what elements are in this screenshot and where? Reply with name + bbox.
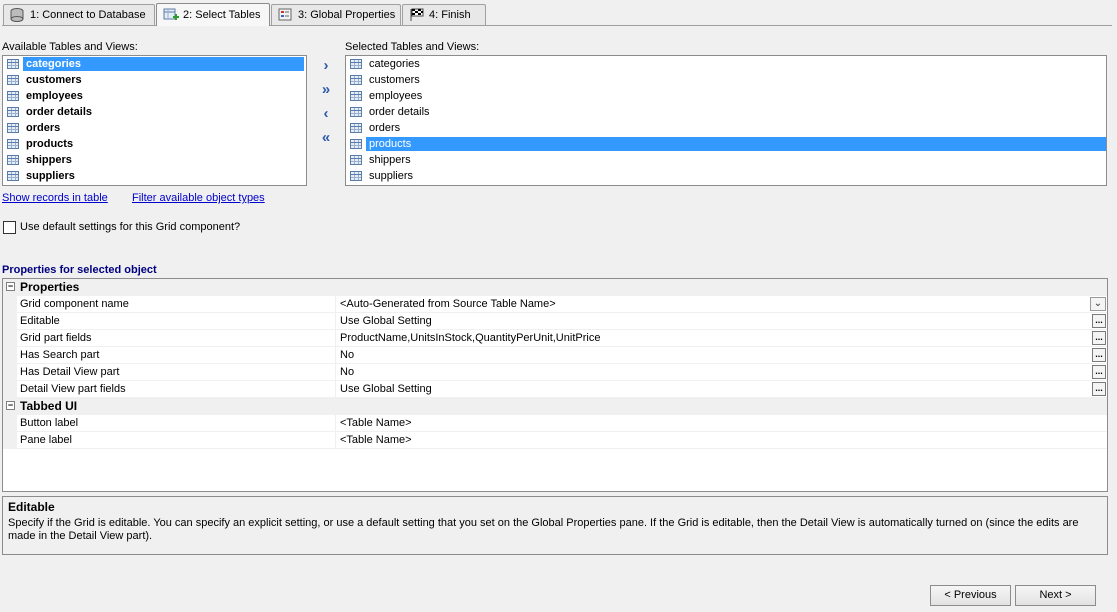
database-icon (10, 8, 26, 22)
list-item[interactable]: suppliers (346, 168, 1106, 184)
list-item[interactable]: order details (3, 104, 306, 120)
table-icon (7, 59, 19, 69)
property-row[interactable]: Has Detail View part No ... (3, 364, 1107, 381)
list-item[interactable]: shippers (346, 152, 1106, 168)
category-title: Properties (20, 280, 80, 294)
remove-all-tables-button[interactable]: « (318, 130, 334, 146)
tab-label: 1: Connect to Database (30, 9, 146, 21)
property-grid: − Properties Grid component name <Auto-G… (2, 278, 1108, 492)
selected-tables-list[interactable]: categories customers employees order det… (345, 55, 1107, 186)
description-title: Editable (8, 500, 55, 514)
property-value[interactable]: <Table Name> (335, 415, 1107, 432)
property-value[interactable]: Use Global Setting ... (335, 313, 1107, 330)
table-icon (350, 155, 362, 165)
show-records-link[interactable]: Show records in table (2, 192, 108, 204)
list-item[interactable]: order details (346, 104, 1106, 120)
filter-object-types-link[interactable]: Filter available object types (132, 192, 265, 204)
property-row[interactable]: Grid component name <Auto-Generated from… (3, 296, 1107, 313)
ellipsis-button[interactable]: ... (1092, 365, 1106, 379)
list-item[interactable]: products (3, 136, 306, 152)
list-item[interactable]: products (346, 136, 1106, 152)
property-value[interactable]: <Auto-Generated from Source Table Name> … (335, 296, 1107, 313)
list-item[interactable]: categories (346, 56, 1106, 72)
default-settings-label: Use default settings for this Grid compo… (20, 221, 241, 233)
list-item[interactable]: categories (3, 56, 306, 72)
property-name: Detail View part fields (3, 381, 335, 398)
remove-table-button[interactable]: ‹ (318, 106, 334, 122)
table-add-icon (163, 8, 179, 22)
table-icon (7, 155, 19, 165)
tab-label: 4: Finish (429, 9, 471, 21)
collapse-icon[interactable]: − (6, 401, 15, 410)
property-name: Editable (3, 313, 335, 330)
property-name: Grid part fields (3, 330, 335, 347)
ellipsis-button[interactable]: ... (1092, 348, 1106, 362)
category-title: Tabbed UI (20, 399, 78, 413)
property-row[interactable]: Button label <Table Name> (3, 415, 1107, 432)
property-name: Pane label (3, 432, 335, 449)
default-settings-checkbox[interactable] (3, 221, 16, 234)
tab-finish[interactable]: 4: Finish (402, 4, 486, 25)
collapse-icon[interactable]: − (6, 282, 15, 291)
table-icon (350, 75, 362, 85)
property-row[interactable]: Editable Use Global Setting ... (3, 313, 1107, 330)
ellipsis-button[interactable]: ... (1092, 382, 1106, 396)
category-properties[interactable]: − Properties (3, 279, 1107, 296)
table-icon (350, 59, 362, 69)
add-table-button[interactable]: › (318, 58, 334, 74)
properties-section-title: Properties for selected object (2, 264, 157, 276)
tab-label: 2: Select Tables (183, 9, 261, 21)
property-row[interactable]: Detail View part fields Use Global Setti… (3, 381, 1107, 398)
property-value[interactable]: <Table Name> (335, 432, 1107, 449)
chevron-down-icon[interactable]: ⌄ (1090, 297, 1106, 311)
list-item[interactable]: employees (3, 88, 306, 104)
tab-connect-to-database[interactable]: 1: Connect to Database (3, 4, 155, 25)
ellipsis-button[interactable]: ... (1092, 331, 1106, 345)
table-icon (350, 123, 362, 133)
table-icon (7, 91, 19, 101)
table-icon (350, 139, 362, 149)
tab-global-properties[interactable]: 3: Global Properties (271, 4, 401, 25)
table-icon (350, 107, 362, 117)
property-value[interactable]: ProductName,UnitsInStock,QuantityPerUnit… (335, 330, 1107, 347)
property-value[interactable]: No ... (335, 347, 1107, 364)
list-item[interactable]: suppliers (3, 168, 306, 184)
property-row[interactable]: Grid part fields ProductName,UnitsInStoc… (3, 330, 1107, 347)
tab-select-tables[interactable]: 2: Select Tables (156, 3, 270, 26)
table-icon (7, 107, 19, 117)
table-icon (7, 171, 19, 181)
list-item[interactable]: shippers (3, 152, 306, 168)
list-item[interactable]: employees (346, 88, 1106, 104)
table-icon (350, 171, 362, 181)
property-name: Button label (3, 415, 335, 432)
list-item[interactable]: orders (346, 120, 1106, 136)
property-row[interactable]: Has Search part No ... (3, 347, 1107, 364)
property-row[interactable]: Pane label <Table Name> (3, 432, 1107, 449)
property-name: Has Search part (3, 347, 335, 364)
next-button[interactable]: Next > (1015, 585, 1096, 606)
property-value[interactable]: No ... (335, 364, 1107, 381)
property-description-panel: Editable Specify if the Grid is editable… (2, 496, 1108, 555)
category-tabbed-ui[interactable]: − Tabbed UI (3, 398, 1107, 415)
list-item[interactable]: customers (346, 72, 1106, 88)
list-item[interactable]: customers (3, 72, 306, 88)
tab-label: 3: Global Properties (298, 9, 396, 21)
selected-tables-label: Selected Tables and Views: (345, 41, 480, 53)
checkered-flag-icon (409, 8, 425, 22)
property-name: Grid component name (3, 296, 335, 313)
property-name: Has Detail View part (3, 364, 335, 381)
table-icon (7, 123, 19, 133)
property-value[interactable]: Use Global Setting ... (335, 381, 1107, 398)
previous-button[interactable]: < Previous (930, 585, 1011, 606)
list-item[interactable]: orders (3, 120, 306, 136)
table-icon (7, 75, 19, 85)
ellipsis-button[interactable]: ... (1092, 314, 1106, 328)
description-body: Specify if the Grid is editable. You can… (8, 517, 1079, 542)
add-all-tables-button[interactable]: » (318, 82, 334, 98)
properties-icon (278, 8, 294, 22)
available-tables-label: Available Tables and Views: (2, 41, 138, 53)
available-tables-list[interactable]: categories customers employees order det… (2, 55, 307, 186)
table-icon (350, 91, 362, 101)
table-icon (7, 139, 19, 149)
